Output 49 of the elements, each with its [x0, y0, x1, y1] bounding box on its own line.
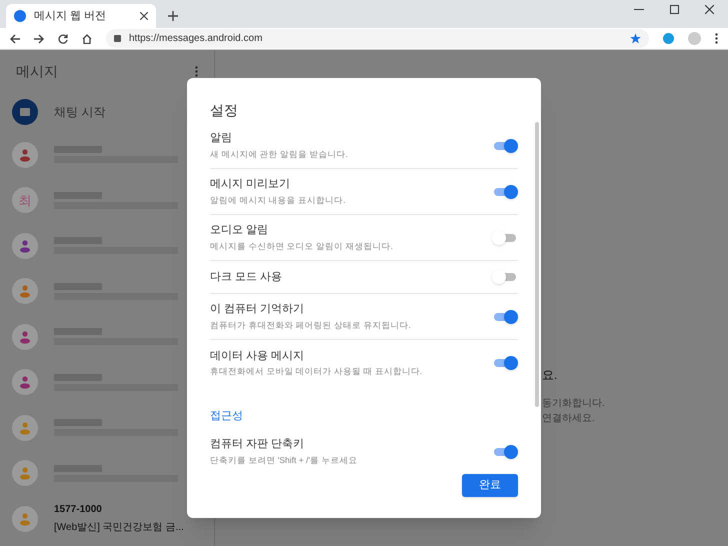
sidebar-title: 메시지 [16, 62, 58, 80]
section-heading: 접근성 [210, 409, 244, 424]
setting-description: 새 메시지에 관한 알림을 받습니다. [210, 148, 348, 161]
toggle-switch[interactable] [492, 310, 518, 324]
back-icon[interactable] [10, 34, 20, 44]
contact-name: 1577-1000 [54, 503, 103, 518]
toggle-switch[interactable] [492, 444, 518, 458]
close-icon[interactable] [705, 5, 714, 14]
toggle-switch[interactable] [492, 356, 518, 370]
setting-description: 휴대전화에서 모바일 데이터가 사용될 때 표시합니다. [210, 365, 422, 378]
avatar: 최 [12, 187, 38, 214]
forward-icon[interactable] [34, 34, 44, 44]
empty-state-title: 요. [542, 367, 558, 384]
empty-state-text: 동기화합니다. [542, 397, 605, 411]
setting-description: 컴퓨터가 휴대전화와 페어링된 상태로 유지됩니다. [210, 318, 411, 332]
chat-icon [12, 99, 38, 125]
setting-label: 메시지 미리보기 [210, 177, 292, 192]
toggle-switch[interactable] [492, 184, 518, 198]
star-icon[interactable] [630, 33, 641, 44]
dialog-title: 설정 [210, 101, 239, 120]
message-snippet: [Web발신] 국민건강보험 금... [54, 521, 184, 536]
tab-title: 메시지 웹 버전 [34, 8, 108, 24]
done-button[interactable]: 완료 [462, 474, 518, 497]
setting-label: 알림 [210, 131, 233, 146]
extension-icon[interactable] [663, 33, 674, 44]
close-icon[interactable] [140, 12, 148, 20]
reload-icon[interactable] [58, 34, 68, 44]
setting-label: 데이터 사용 메시지 [210, 348, 306, 364]
new-tab-icon[interactable] [168, 11, 178, 21]
toggle-switch[interactable] [492, 138, 518, 152]
home-icon[interactable] [82, 34, 92, 44]
setting-label: 컴퓨터 자판 단축키 [210, 437, 306, 452]
setting-label: 다크 모드 사용 [210, 270, 282, 285]
setting-description: 메시지를 수신하면 오디오 알림이 재생됩니다. [210, 240, 393, 253]
more-icon[interactable] [195, 66, 198, 76]
setting-description: 단축키를 보려면 'Shift + /'를 누르세요 [210, 454, 358, 467]
menu-icon[interactable] [715, 33, 718, 44]
url-text: https://messages.android.com [129, 32, 264, 46]
browser-tab[interactable]: 메시지 웹 버전 [6, 4, 156, 28]
maximize-icon[interactable] [670, 5, 679, 14]
toggle-switch[interactable] [492, 230, 518, 244]
messages-icon [14, 10, 26, 22]
address-bar[interactable]: https://messages.android.com [106, 29, 649, 48]
setting-label: 이 컴퓨터 기억하기 [210, 302, 306, 318]
setting-description: 알림에 메시지 내용을 표시합니다. [210, 194, 346, 207]
empty-state-text: 연결하세요. [542, 412, 596, 426]
scrollbar[interactable] [535, 122, 539, 407]
setting-label: 오디오 알림 [210, 223, 270, 238]
toggle-switch[interactable] [492, 270, 518, 284]
